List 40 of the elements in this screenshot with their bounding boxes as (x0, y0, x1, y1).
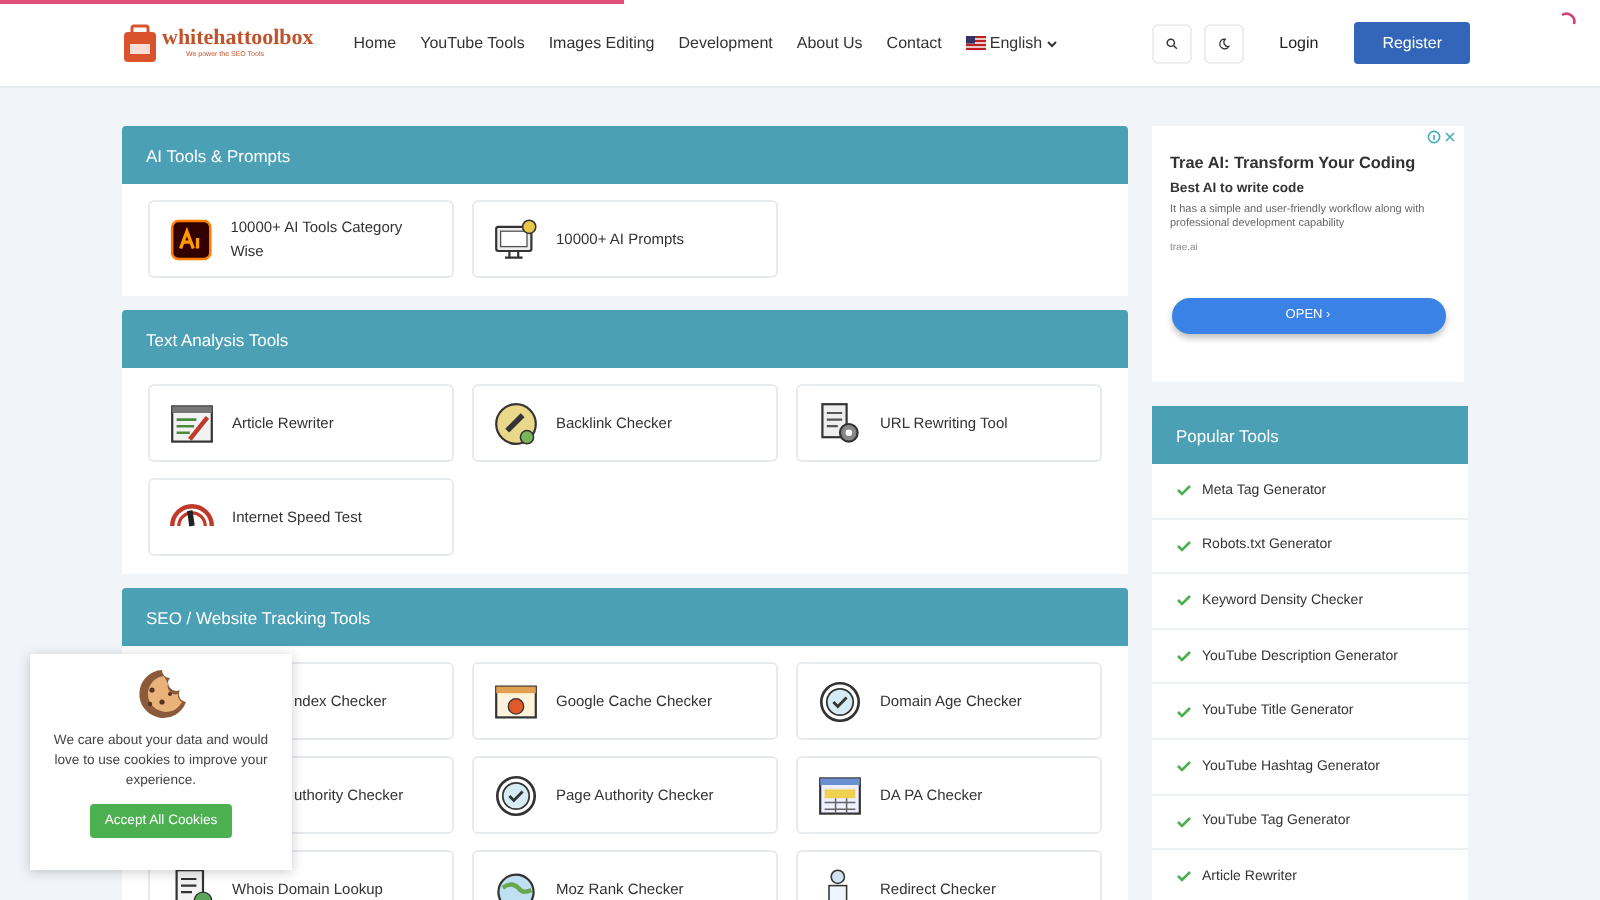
dark-mode-button[interactable] (1203, 23, 1244, 63)
nav-link[interactable]: YouTube Tools (408, 26, 537, 60)
ad-title[interactable]: Trae AI: Transform Your Coding (1170, 154, 1446, 172)
clock-icon (818, 679, 862, 723)
flag-icon (965, 36, 986, 50)
check-icon (1176, 870, 1192, 883)
nav-link[interactable]: About Us (784, 26, 875, 60)
nav-link[interactable]: Home (341, 26, 409, 60)
check-icon (1176, 760, 1192, 773)
section-header: Text Analysis Tools (122, 310, 1128, 368)
toolbox-logo-icon[interactable] (122, 23, 158, 63)
login-link[interactable]: Login (1263, 26, 1335, 60)
search-icon (1165, 33, 1178, 53)
document-pen-icon (170, 401, 214, 445)
site-logo-name[interactable]: whitehattoolbox (162, 28, 314, 50)
nav-link[interactable]: Contact (874, 26, 954, 60)
check-icon (1176, 650, 1192, 663)
nav-link[interactable]: Images Editing (536, 26, 667, 60)
spinner-icon (1560, 12, 1576, 28)
nav-link[interactable]: Development (666, 26, 785, 60)
register-button[interactable]: Register (1354, 22, 1470, 64)
language-selector[interactable]: English (953, 26, 1071, 60)
moon-icon (1217, 33, 1230, 53)
check-icon (1176, 539, 1192, 552)
section-header: SEO / Website Tracking Tools (122, 588, 1128, 646)
table-icon (818, 773, 862, 817)
document-gear-icon (818, 401, 862, 445)
gauge-icon (170, 504, 214, 530)
app-icon (170, 217, 213, 261)
check-icon (1176, 594, 1192, 607)
search-button[interactable] (1151, 23, 1192, 63)
check-icon (1176, 815, 1192, 828)
monitor-icon (494, 217, 538, 261)
section-header: AI Tools & Prompts (122, 126, 1128, 184)
check-icon (1176, 484, 1192, 497)
check-icon (1176, 705, 1192, 718)
chevron-down-icon (1046, 39, 1059, 47)
checklist-icon (170, 867, 214, 900)
ad-info-close-icon[interactable] (1426, 130, 1458, 144)
popular-tools-header: Popular Tools (1152, 406, 1468, 464)
